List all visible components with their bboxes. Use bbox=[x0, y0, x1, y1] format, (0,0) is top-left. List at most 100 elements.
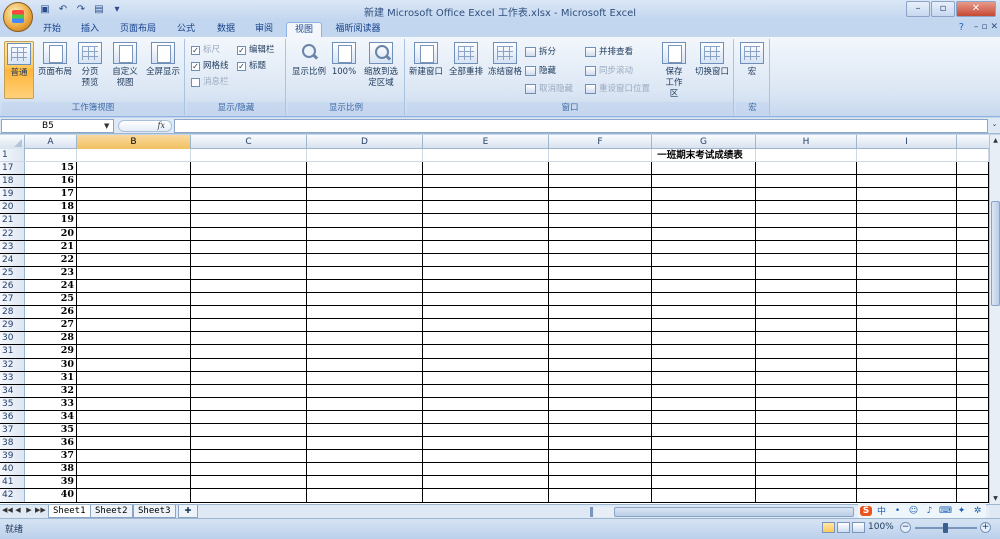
cell[interactable] bbox=[652, 214, 756, 227]
cell[interactable] bbox=[652, 476, 756, 489]
cell[interactable] bbox=[857, 149, 957, 162]
cell[interactable] bbox=[652, 463, 756, 476]
save-workspace-button[interactable]: 保存工作区 bbox=[657, 41, 691, 99]
sogou-logo-icon[interactable]: S bbox=[860, 505, 872, 516]
cell[interactable] bbox=[652, 397, 756, 410]
cell[interactable] bbox=[957, 437, 989, 450]
cell[interactable] bbox=[307, 162, 423, 175]
cell[interactable] bbox=[957, 279, 989, 293]
row-header[interactable]: 24 bbox=[0, 253, 25, 266]
cell[interactable] bbox=[957, 384, 989, 397]
cell[interactable] bbox=[857, 410, 957, 423]
cell[interactable] bbox=[307, 149, 423, 162]
cell[interactable] bbox=[307, 384, 423, 397]
cell-a[interactable]: 32 bbox=[25, 384, 77, 397]
cell[interactable] bbox=[857, 463, 957, 476]
cell[interactable] bbox=[957, 266, 989, 279]
cell[interactable] bbox=[756, 201, 857, 214]
cell[interactable] bbox=[307, 358, 423, 371]
cell[interactable] bbox=[191, 306, 307, 319]
cell[interactable] bbox=[549, 345, 652, 358]
cell[interactable] bbox=[652, 332, 756, 345]
cell[interactable] bbox=[77, 149, 191, 162]
row-header[interactable]: 26 bbox=[0, 279, 25, 293]
cell[interactable] bbox=[857, 266, 957, 279]
sheet-tab-sheet3[interactable]: Sheet3 bbox=[133, 505, 176, 518]
cell[interactable] bbox=[857, 384, 957, 397]
page-break-shortcut-icon[interactable] bbox=[852, 522, 865, 533]
expand-formula-bar-icon[interactable]: ⌄ bbox=[990, 120, 999, 132]
cell[interactable] bbox=[756, 423, 857, 437]
cell[interactable] bbox=[77, 293, 191, 306]
cell-a[interactable]: 35 bbox=[25, 423, 77, 437]
cell[interactable] bbox=[756, 437, 857, 450]
cell[interactable] bbox=[77, 175, 191, 188]
cell[interactable] bbox=[957, 240, 989, 253]
cell[interactable] bbox=[191, 175, 307, 188]
formula-bar-checkbox[interactable]: ✓ 编辑栏 bbox=[237, 44, 275, 56]
cell[interactable] bbox=[857, 332, 957, 345]
cell-a[interactable]: 25 bbox=[25, 293, 77, 306]
cell[interactable] bbox=[191, 149, 307, 162]
zoom-to-selection-button[interactable]: 缩放到选定区域 bbox=[360, 41, 402, 99]
cell[interactable] bbox=[77, 450, 191, 463]
zoom-out-icon[interactable]: − bbox=[900, 522, 911, 533]
cell-a[interactable]: 38 bbox=[25, 463, 77, 476]
cell[interactable] bbox=[307, 463, 423, 476]
cell-a[interactable]: 18 bbox=[25, 201, 77, 214]
cell[interactable] bbox=[307, 423, 423, 437]
cell[interactable] bbox=[549, 489, 652, 502]
cell[interactable] bbox=[857, 293, 957, 306]
cell[interactable] bbox=[191, 397, 307, 410]
cell[interactable] bbox=[307, 266, 423, 279]
zoom-100-button[interactable]: 100% bbox=[330, 41, 358, 99]
cell[interactable] bbox=[756, 332, 857, 345]
cell[interactable] bbox=[191, 266, 307, 279]
cell[interactable] bbox=[423, 463, 549, 476]
switch-windows-button[interactable]: 切换窗口 bbox=[693, 41, 731, 99]
cell[interactable] bbox=[423, 332, 549, 345]
cell-a[interactable]: 20 bbox=[25, 227, 77, 240]
select-all-button[interactable] bbox=[0, 135, 25, 149]
cell[interactable] bbox=[652, 293, 756, 306]
cell[interactable] bbox=[957, 149, 989, 162]
ime-keyboard-icon[interactable]: ⌨ bbox=[939, 506, 952, 516]
cell[interactable] bbox=[77, 201, 191, 214]
cell[interactable] bbox=[756, 253, 857, 266]
cell[interactable] bbox=[77, 253, 191, 266]
column-header-i[interactable]: I bbox=[857, 135, 957, 149]
sync-scroll-button[interactable]: 同步滚动 bbox=[585, 65, 633, 77]
headings-checkbox[interactable]: ✓ 标题 bbox=[237, 60, 266, 72]
cell[interactable] bbox=[307, 397, 423, 410]
cell[interactable] bbox=[549, 397, 652, 410]
cell[interactable] bbox=[652, 279, 756, 293]
cell[interactable] bbox=[549, 266, 652, 279]
cell-a[interactable]: 27 bbox=[25, 319, 77, 332]
cell[interactable] bbox=[423, 345, 549, 358]
cell[interactable] bbox=[423, 319, 549, 332]
cell[interactable] bbox=[549, 227, 652, 240]
cell[interactable] bbox=[857, 423, 957, 437]
reset-position-button[interactable]: 重设窗口位置 bbox=[585, 83, 650, 95]
cell[interactable] bbox=[77, 162, 191, 175]
cell[interactable] bbox=[307, 201, 423, 214]
tab-review[interactable]: 审阅 bbox=[248, 22, 280, 37]
cell-a[interactable]: 15 bbox=[25, 162, 77, 175]
cell[interactable] bbox=[549, 332, 652, 345]
cell-a[interactable]: 21 bbox=[25, 240, 77, 253]
cell[interactable] bbox=[549, 358, 652, 371]
cell-a[interactable]: 17 bbox=[25, 188, 77, 201]
cell[interactable] bbox=[191, 423, 307, 437]
cell[interactable] bbox=[756, 410, 857, 423]
cell[interactable] bbox=[307, 345, 423, 358]
cell[interactable] bbox=[191, 201, 307, 214]
cell[interactable] bbox=[652, 240, 756, 253]
cell[interactable] bbox=[957, 253, 989, 266]
split-button[interactable]: 拆分 bbox=[525, 46, 556, 58]
vertical-scroll-thumb[interactable] bbox=[991, 201, 1000, 306]
cell[interactable] bbox=[857, 319, 957, 332]
vertical-scrollbar[interactable]: ▲ ▼ bbox=[989, 135, 1000, 504]
cell[interactable] bbox=[957, 214, 989, 227]
cell[interactable] bbox=[307, 437, 423, 450]
hide-button[interactable]: 隐藏 bbox=[525, 65, 556, 77]
